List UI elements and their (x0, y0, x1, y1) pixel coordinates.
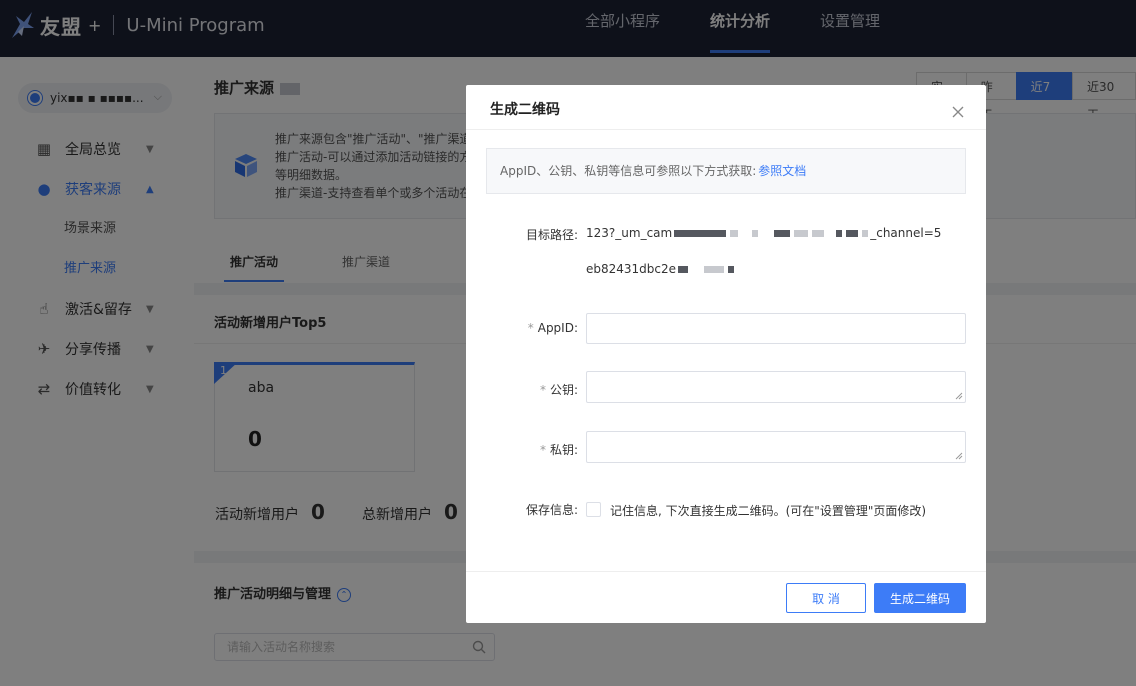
notice-box: AppID、公钥、私钥等信息可参照以下方式获取: 参照文档 (486, 148, 966, 194)
privkey-textarea[interactable] (587, 432, 965, 462)
close-icon[interactable] (951, 105, 965, 119)
appid-label: * AppID: (527, 321, 578, 335)
save-label: 保存信息: (525, 503, 578, 517)
resize-handle-icon[interactable] (955, 452, 963, 460)
dialog-title: 生成二维码 (490, 102, 560, 118)
remember-text[interactable]: 记住信息, 下次直接生成二维码。(可在"设置管理"页面修改) (610, 502, 926, 519)
remember-checkbox[interactable] (586, 502, 601, 517)
generate-qrcode-button[interactable]: 生成二维码 (874, 583, 966, 613)
appid-field (586, 313, 966, 344)
docs-link[interactable]: 参照文档 (758, 164, 806, 178)
cancel-button[interactable]: 取 消 (786, 583, 866, 613)
divider (466, 571, 986, 572)
resize-handle-icon[interactable] (955, 392, 963, 400)
qrcode-dialog: 生成二维码 AppID、公钥、私钥等信息可参照以下方式获取: 参照文档 目标路径:… (466, 85, 986, 623)
privkey-field (586, 431, 966, 463)
divider (466, 129, 986, 130)
pubkey-textarea[interactable] (587, 372, 965, 402)
privkey-label: * 私钥: (539, 443, 578, 457)
pubkey-label: * 公钥: (539, 383, 578, 397)
pubkey-field (586, 371, 966, 403)
redacted (674, 230, 727, 237)
path-label: 目标路径: (525, 228, 578, 242)
appid-input[interactable] (587, 314, 965, 343)
path-value: 123?_um_cam _channel=5 eb82431dbc2e (586, 226, 942, 276)
